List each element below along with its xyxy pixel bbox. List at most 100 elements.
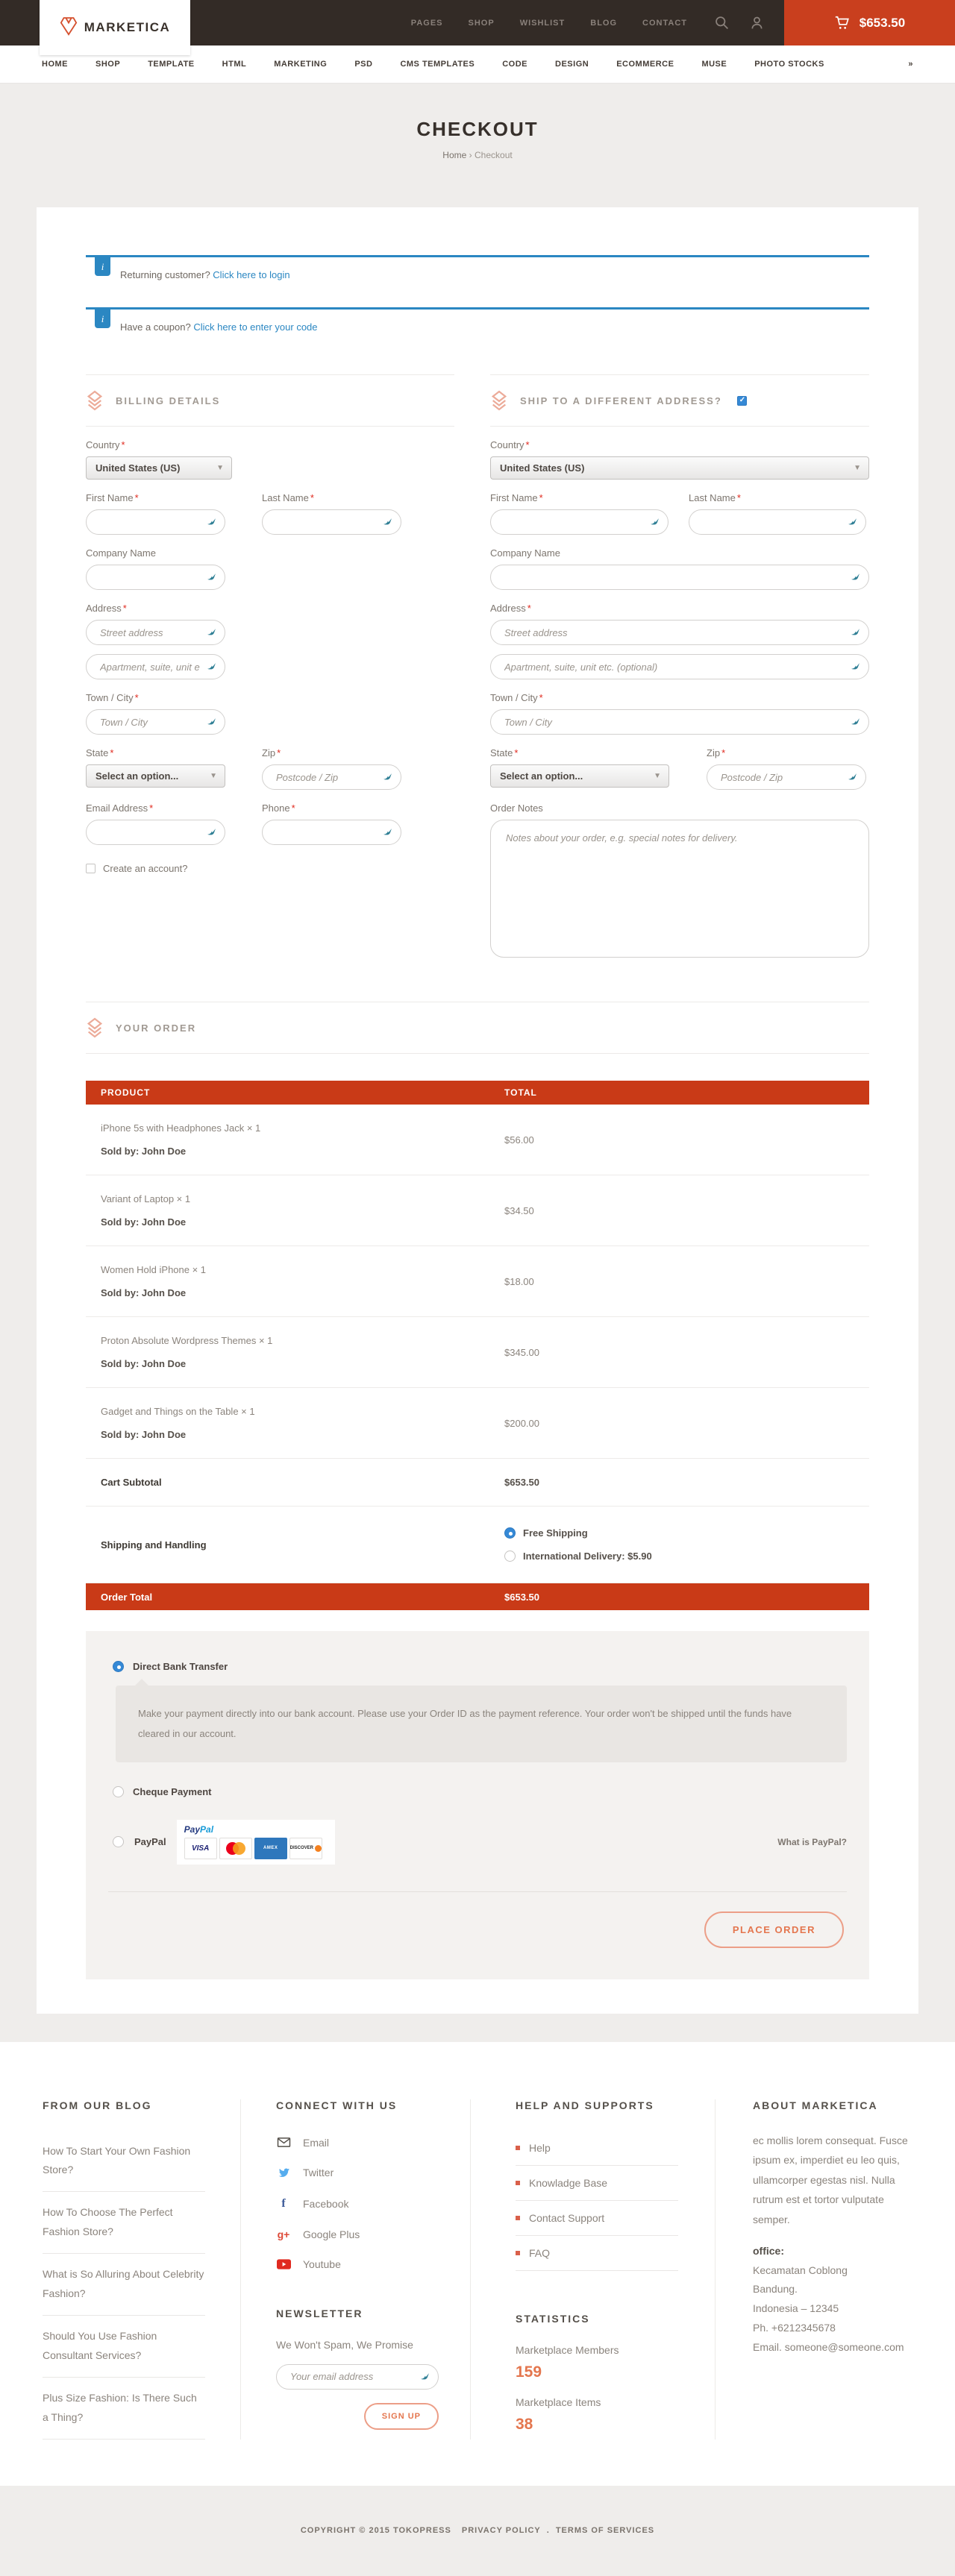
radio-icon[interactable] bbox=[504, 1551, 516, 1562]
login-link[interactable]: Click here to login bbox=[213, 269, 289, 280]
autofill-icon[interactable] bbox=[382, 826, 393, 839]
billing-zip-input[interactable] bbox=[275, 771, 378, 784]
order-notes-textarea[interactable] bbox=[490, 820, 869, 958]
billing-apartment-input[interactable] bbox=[98, 661, 201, 673]
radio-icon[interactable] bbox=[113, 1836, 124, 1847]
social-link-youtube[interactable]: Youtube bbox=[276, 2258, 470, 2270]
newsletter-email-input[interactable] bbox=[289, 2370, 415, 2383]
autofill-icon[interactable] bbox=[850, 660, 861, 673]
cart-button[interactable]: $653.50 bbox=[784, 0, 955, 45]
radio-selected-icon[interactable] bbox=[113, 1661, 124, 1672]
autofill-icon[interactable] bbox=[382, 770, 393, 784]
shipping-last-name-input[interactable] bbox=[701, 516, 842, 529]
help-link[interactable]: Contact Support bbox=[516, 2201, 678, 2236]
autofill-icon[interactable] bbox=[847, 515, 858, 529]
menu-item-psd[interactable]: PSD bbox=[354, 60, 372, 69]
menu-item-html[interactable]: HTML bbox=[222, 60, 247, 69]
newsletter-field bbox=[276, 2364, 439, 2390]
menu-item-ecommerce[interactable]: ECOMMERCE bbox=[616, 60, 674, 69]
product-total: $18.00 bbox=[504, 1276, 869, 1287]
menu-item-marketing[interactable]: MARKETING bbox=[274, 60, 327, 69]
autofill-icon[interactable] bbox=[419, 2370, 430, 2384]
shipping-company-input[interactable] bbox=[503, 571, 845, 584]
shipping-zip-input[interactable] bbox=[719, 771, 842, 784]
shipping-first-name-input[interactable] bbox=[503, 516, 645, 529]
logo[interactable]: MARKETICA bbox=[40, 0, 190, 55]
blog-link[interactable]: Plus Size Fashion: Is There Such a Thing… bbox=[43, 2378, 205, 2440]
menu-item-template[interactable]: TEMPLATE bbox=[148, 60, 194, 69]
menu-item-cms-templates[interactable]: CMS TEMPLATES bbox=[400, 60, 475, 69]
social-link-email[interactable]: Email bbox=[276, 2137, 470, 2149]
autofill-icon[interactable] bbox=[850, 715, 861, 729]
billing-phone-input[interactable] bbox=[275, 826, 378, 839]
radio-icon[interactable] bbox=[113, 1786, 124, 1797]
top-nav-blog[interactable]: BLOG bbox=[590, 19, 617, 28]
shipping-country-select[interactable]: United States (US)▼ bbox=[490, 456, 869, 480]
blog-link[interactable]: How To Choose The Perfect Fashion Store? bbox=[43, 2192, 205, 2254]
help-link[interactable]: Help bbox=[516, 2131, 678, 2166]
social-link-twitter[interactable]: Twitter bbox=[276, 2167, 470, 2179]
social-link-google-plus[interactable]: g+ Google Plus bbox=[276, 2228, 470, 2240]
autofill-icon[interactable] bbox=[850, 626, 861, 639]
bank-transfer-option[interactable]: Direct Bank Transfer bbox=[108, 1661, 847, 1672]
sign-up-button[interactable]: SIGN UP bbox=[364, 2403, 439, 2430]
blog-link[interactable]: How To Start Your Own Fashion Store? bbox=[43, 2131, 205, 2193]
create-account-checkbox[interactable] bbox=[86, 864, 96, 873]
menu-item-code[interactable]: CODE bbox=[502, 60, 527, 69]
autofill-icon[interactable] bbox=[206, 626, 217, 639]
billing-state-select[interactable]: Select an option...▼ bbox=[86, 764, 225, 788]
terms-link[interactable]: TERMS OF SERVICES bbox=[556, 2526, 654, 2535]
menu-item-home[interactable]: HOME bbox=[42, 60, 68, 69]
radio-selected-icon[interactable] bbox=[504, 1527, 516, 1539]
autofill-icon[interactable] bbox=[382, 515, 393, 529]
billing-email-input[interactable] bbox=[98, 826, 201, 839]
autofill-icon[interactable] bbox=[206, 826, 217, 839]
menu-item-design[interactable]: DESIGN bbox=[555, 60, 589, 69]
place-order-button[interactable]: PLACE ORDER bbox=[704, 1911, 844, 1948]
cheque-payment-option[interactable]: Cheque Payment bbox=[108, 1786, 847, 1797]
top-nav-contact[interactable]: CONTACT bbox=[642, 19, 687, 28]
breadcrumb-home[interactable]: Home bbox=[442, 150, 466, 160]
billing-country-select[interactable]: United States (US)▼ bbox=[86, 456, 232, 480]
menu-item-shop[interactable]: SHOP bbox=[96, 60, 120, 69]
menu-item-muse[interactable]: MUSE bbox=[701, 60, 727, 69]
international-delivery-option[interactable]: International Delivery: $5.90 bbox=[504, 1551, 869, 1562]
top-nav-pages[interactable]: PAGES bbox=[411, 19, 443, 28]
help-link[interactable]: FAQ bbox=[516, 2236, 678, 2271]
autofill-icon[interactable] bbox=[206, 660, 217, 673]
user-icon[interactable] bbox=[749, 15, 765, 31]
billing-first-name-input[interactable] bbox=[98, 516, 201, 529]
top-nav-shop[interactable]: SHOP bbox=[469, 19, 495, 28]
menu-item-photo-stocks[interactable]: PHOTO STOCKS bbox=[754, 60, 824, 69]
billing-street-input[interactable] bbox=[98, 626, 201, 639]
shipping-street-input[interactable] bbox=[503, 626, 845, 639]
autofill-icon[interactable] bbox=[847, 770, 858, 784]
paypal-option[interactable]: PayPal PayPal VISA AMEX DISCOVER What is… bbox=[108, 1820, 847, 1865]
autofill-icon[interactable] bbox=[850, 571, 861, 584]
billing-last-name-input[interactable] bbox=[275, 516, 378, 529]
autofill-icon[interactable] bbox=[206, 515, 217, 529]
billing-company-input[interactable] bbox=[98, 571, 201, 584]
blog-link[interactable]: Should You Use Fashion Consultant Servic… bbox=[43, 2316, 205, 2378]
autofill-icon[interactable] bbox=[649, 515, 660, 529]
product-name: Gadget and Things on the Table × 1 bbox=[101, 1406, 504, 1417]
blog-link[interactable]: What is So Alluring About Celebrity Fash… bbox=[43, 2254, 205, 2316]
ship-different-checkbox[interactable] bbox=[737, 396, 747, 406]
table-row: Women Hold iPhone × 1 Sold by: John Doe … bbox=[86, 1246, 869, 1317]
what-is-paypal-link[interactable]: What is PayPal? bbox=[777, 1837, 847, 1847]
create-account-option[interactable]: Create an account? bbox=[86, 863, 454, 874]
autofill-icon[interactable] bbox=[206, 715, 217, 729]
shipping-town-input[interactable] bbox=[503, 716, 845, 729]
search-icon[interactable] bbox=[714, 15, 730, 31]
free-shipping-option[interactable]: Free Shipping bbox=[504, 1527, 869, 1539]
autofill-icon[interactable] bbox=[206, 571, 217, 584]
social-link-facebook[interactable]: f Facebook bbox=[276, 2197, 470, 2211]
shipping-apartment-input[interactable] bbox=[503, 661, 845, 673]
menu-overflow-icon[interactable]: » bbox=[908, 60, 913, 69]
coupon-link[interactable]: Click here to enter your code bbox=[193, 321, 317, 333]
top-nav-wishlist[interactable]: WISHLIST bbox=[520, 19, 566, 28]
privacy-policy-link[interactable]: PRIVACY POLICY bbox=[462, 2526, 541, 2535]
billing-town-input[interactable] bbox=[98, 716, 201, 729]
help-link[interactable]: Knowladge Base bbox=[516, 2166, 678, 2201]
shipping-state-select[interactable]: Select an option...▼ bbox=[490, 764, 669, 788]
